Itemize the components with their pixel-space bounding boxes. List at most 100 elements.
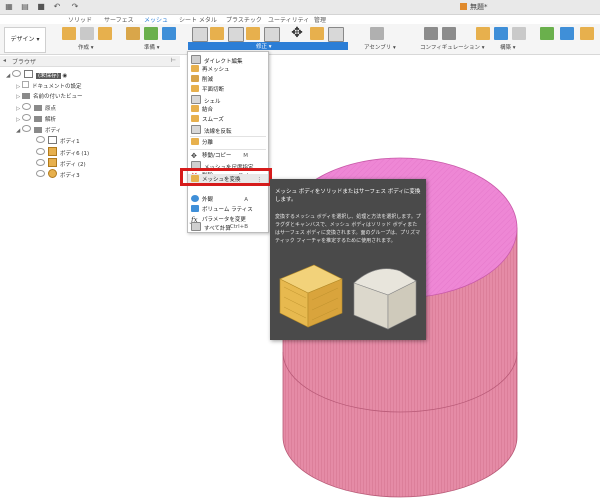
file-icon[interactable]: ▤ [20, 2, 30, 12]
eye-icon[interactable] [22, 114, 31, 121]
fix-separate-icon[interactable] [310, 27, 324, 40]
faceted-mesh-cube-icon [279, 264, 343, 328]
menu-item-separate[interactable]: 分離 [188, 138, 268, 148]
group-construct-label[interactable]: 構築 ▾ [500, 43, 516, 51]
assemble-joint-icon[interactable] [370, 27, 384, 40]
select-icon[interactable] [580, 27, 594, 40]
configure-rule-icon[interactable] [442, 27, 456, 40]
eye-icon[interactable] [12, 70, 21, 77]
browser-title: ブラウザ [12, 59, 37, 66]
tree-item-body2[interactable]: ボディ (2) [36, 158, 86, 168]
tree-item-named-views[interactable]: ▷ 名前の付いたビュー [16, 92, 83, 101]
menu-item-reverse-normal[interactable]: 法線を反転 [188, 125, 268, 135]
tab-plastic[interactable]: プラスチック [226, 15, 262, 24]
save-icon[interactable]: ■ [36, 2, 46, 12]
eye-icon[interactable] [22, 103, 31, 110]
tree-item-body6[interactable]: ボディ6 (1) [36, 147, 89, 157]
redo-icon[interactable]: ↷ [70, 2, 80, 12]
eye-icon[interactable] [36, 148, 45, 155]
create-body-icon[interactable] [98, 27, 112, 40]
component-icon [24, 70, 33, 78]
fix-remesh-icon[interactable] [210, 27, 224, 40]
folder-icon [22, 93, 30, 99]
move-icon: ✥ [191, 152, 197, 160]
menu-item-move-copy[interactable]: ✥ 移動/コピー M [188, 151, 268, 161]
target-icon[interactable]: ◉ [63, 73, 68, 79]
solid-body-icon [48, 158, 57, 167]
reduce-icon [191, 75, 199, 82]
group-create-label[interactable]: 作成 ▾ [78, 43, 94, 51]
prepare-generate-icon[interactable] [126, 27, 140, 40]
tab-solid[interactable]: ソリッド [68, 15, 92, 24]
menu-item-combine[interactable]: 結合 [188, 105, 268, 115]
tree-item-body1[interactable]: ボディ1 [36, 136, 80, 145]
remesh-icon [191, 65, 199, 72]
tab-manage[interactable]: 管理 [314, 15, 326, 24]
fix-combine-icon[interactable] [246, 27, 260, 40]
group-assemble-label[interactable]: アセンブリ ▾ [364, 43, 396, 51]
eye-icon[interactable] [36, 136, 45, 143]
menu-divider [190, 149, 266, 150]
tree-item-origin[interactable]: ▷ 原点 [16, 103, 56, 112]
settings-icon [22, 81, 29, 88]
move-arrows-icon[interactable]: ✥ [290, 26, 304, 40]
tooltip-body: 変換するメッシュ ボディを選択し、処理と方法を選択します。プラグダとキャンバスで… [275, 214, 421, 244]
compute-icon [191, 222, 201, 231]
create-form-icon[interactable] [80, 27, 94, 40]
eye-icon[interactable] [36, 159, 45, 166]
fix-plane-cut-icon[interactable] [228, 27, 244, 42]
menu-divider [190, 136, 266, 137]
tab-sheet-metal[interactable]: シート メタル [179, 15, 217, 24]
tab-surface[interactable]: サーフェス [104, 15, 134, 24]
menu-item-reduce[interactable]: 削減 [188, 75, 268, 85]
prepare-repair-icon[interactable] [162, 27, 176, 40]
fix-dropdown-menu: ダイレクト編集 再メッシュ 削減 平面切断 シェル 結合 スムーズ 法線を反転 … [187, 51, 269, 233]
fix-shell-icon[interactable] [264, 27, 280, 42]
tab-mesh[interactable]: メッシュ [139, 15, 173, 26]
tree-item-body3[interactable]: ボディ3 [36, 169, 80, 179]
menu-item-appearance[interactable]: 外観 A [188, 195, 268, 205]
menu-item-compute-all[interactable]: すべて計算 Ctrl+B [188, 222, 268, 232]
construct-plane-icon[interactable] [476, 27, 490, 40]
menu-item-smooth[interactable]: スムーズ [188, 115, 268, 125]
tab-utility[interactable]: ユーティリティ [268, 15, 309, 24]
menu-item-plane-cut[interactable]: 平面切断 [188, 85, 268, 95]
construct-axis-icon[interactable] [494, 27, 508, 40]
menu-item-volume-lattice[interactable]: ボリューム ラティス [188, 205, 268, 215]
undo-icon[interactable]: ↶ [52, 2, 62, 12]
document-cube-icon [460, 3, 467, 10]
root-label: (未保存) [36, 73, 61, 79]
title-bar: ▦ ▤ ■ ↶ ↷ 無題* [0, 0, 600, 15]
tree-item-document-settings[interactable]: ▷ ドキュメントの設定 [16, 81, 82, 90]
folder-icon [34, 105, 42, 111]
menu-item-shell[interactable]: シェル [188, 95, 268, 105]
construct-point-icon[interactable] [512, 27, 526, 40]
group-fix-label[interactable]: 修正 ▾ [256, 42, 272, 50]
collapse-icon[interactable]: ◂ [3, 57, 6, 64]
converted-solid-cube-icon [353, 268, 417, 330]
fix-direct-edit-icon[interactable] [192, 27, 208, 42]
tree-root[interactable]: ◢ (未保存) ◉ [6, 70, 67, 79]
eye-icon[interactable] [22, 125, 31, 132]
group-prepare-label[interactable]: 準備 ▾ [144, 43, 160, 51]
prepare-faces-icon[interactable] [144, 27, 158, 40]
fix-convert-icon[interactable] [328, 27, 344, 42]
group-configure-label[interactable]: コンフィギュレーション ▾ [420, 43, 485, 51]
tree-item-analysis[interactable]: ▷ 解析 [16, 114, 56, 123]
direct-edit-icon [191, 55, 201, 64]
menu-item-remesh[interactable]: 再メッシュ [188, 65, 268, 75]
workspace-design-button[interactable]: デザイン ▾ [4, 27, 46, 53]
smooth-icon [191, 115, 199, 122]
tree-item-bodies[interactable]: ◢ ボディ [16, 125, 61, 134]
cylinder-body-icon [48, 169, 57, 178]
create-insert-icon[interactable] [62, 27, 76, 40]
reverse-normal-icon [191, 125, 201, 134]
insert-icon[interactable] [560, 27, 574, 40]
app-grid-icon[interactable]: ▦ [4, 2, 14, 12]
configure-table-icon[interactable] [424, 27, 438, 40]
highlight-box [180, 168, 272, 186]
menu-item-direct-edit[interactable]: ダイレクト編集 [188, 55, 268, 65]
pin-icon[interactable]: ⊢ [171, 57, 176, 64]
eye-icon[interactable] [36, 170, 45, 177]
inspect-icon[interactable] [540, 27, 554, 40]
